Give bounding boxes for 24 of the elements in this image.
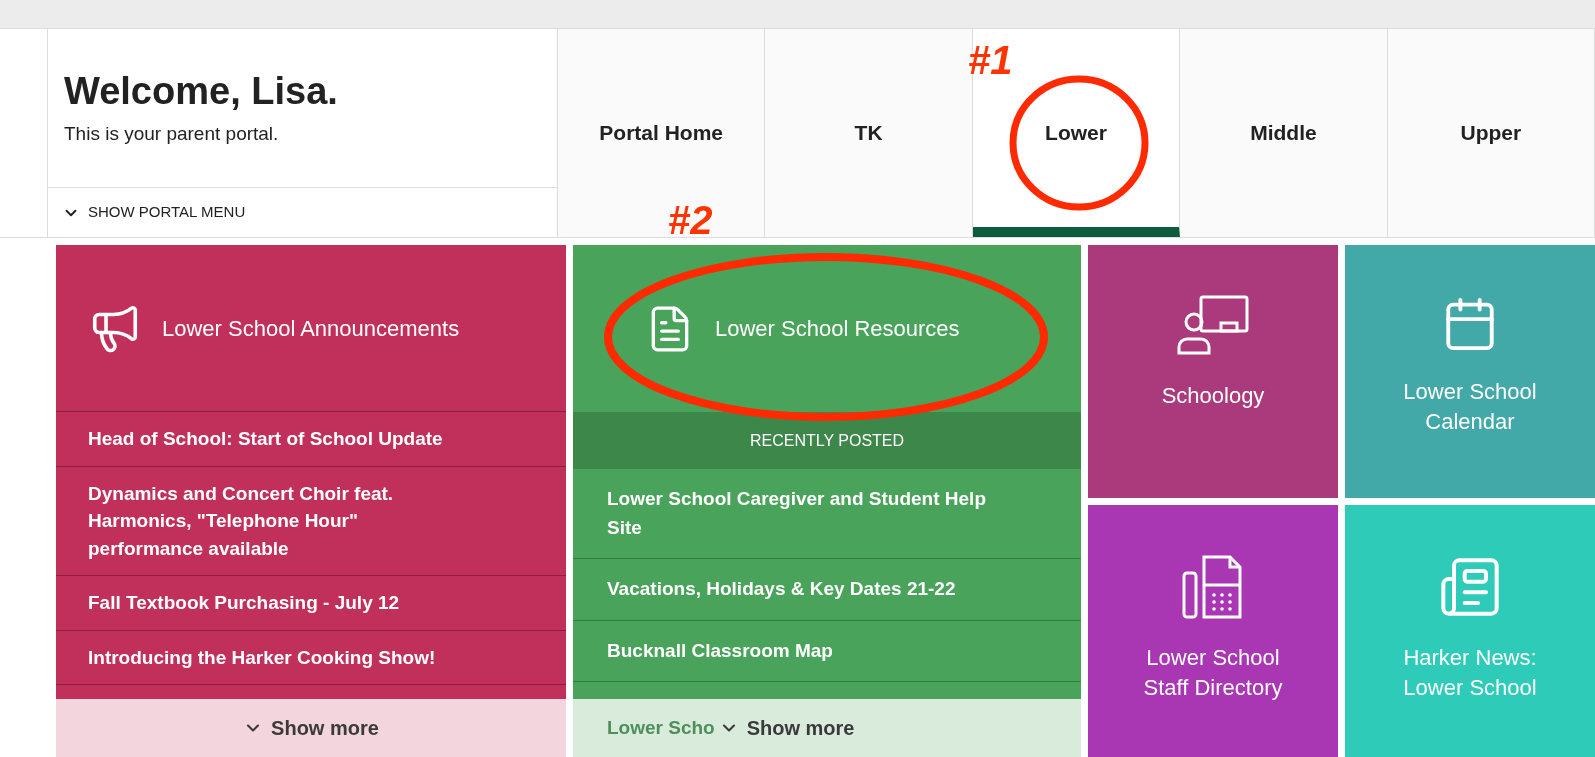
announcement-link[interactable]: Introducing the Harker Cooking Show!	[56, 630, 566, 686]
shortcut-tile[interactable]: Schoology	[1088, 245, 1338, 498]
shortcut-tile[interactable]: Lower School Staff Directory	[1088, 504, 1338, 757]
announcement-link[interactable]: Fall Textbook Purchasing - July 12	[56, 576, 566, 631]
card-title[interactable]: Lower School Announcements	[162, 311, 460, 345]
announcement-link[interactable]: Head of School: Start of School Update	[56, 412, 566, 467]
announcement-link[interactable]: Dynamics and Concert Choir feat. Harmonics, "Telephone Hour" performance available	[56, 466, 566, 577]
shortcut-tile[interactable]: Lower School Calendar	[1345, 245, 1595, 498]
nav-tab[interactable]: Middle	[1180, 29, 1388, 237]
resource-link[interactable]: Bucknall Classroom Map	[573, 620, 1081, 682]
presenter-icon	[1177, 295, 1249, 357]
resource-link[interactable]: Lower School Caregiver and Student Help Site	[573, 469, 1081, 559]
show-portal-menu-button[interactable]: SHOW PORTAL MENU	[48, 188, 557, 237]
welcome-subtitle: This is your parent portal.	[64, 121, 280, 146]
welcome-title: Welcome, Lisa.	[64, 69, 339, 114]
card-title[interactable]: Lower School Resources	[715, 312, 960, 345]
fax-icon	[1182, 554, 1244, 619]
section-header: RECENTLY POSTED	[573, 412, 1081, 469]
resource-link[interactable]: Vacations, Holidays & Key Dates 21-22	[573, 559, 1081, 621]
show-more-button[interactable]: Show more	[243, 713, 379, 743]
show-more-button[interactable]: Show more	[718, 713, 855, 743]
resource-link[interactable]: Lower Scho	[607, 713, 715, 743]
nav-tab[interactable]: Upper	[1387, 29, 1595, 237]
annotation-label: #2	[668, 200, 713, 240]
